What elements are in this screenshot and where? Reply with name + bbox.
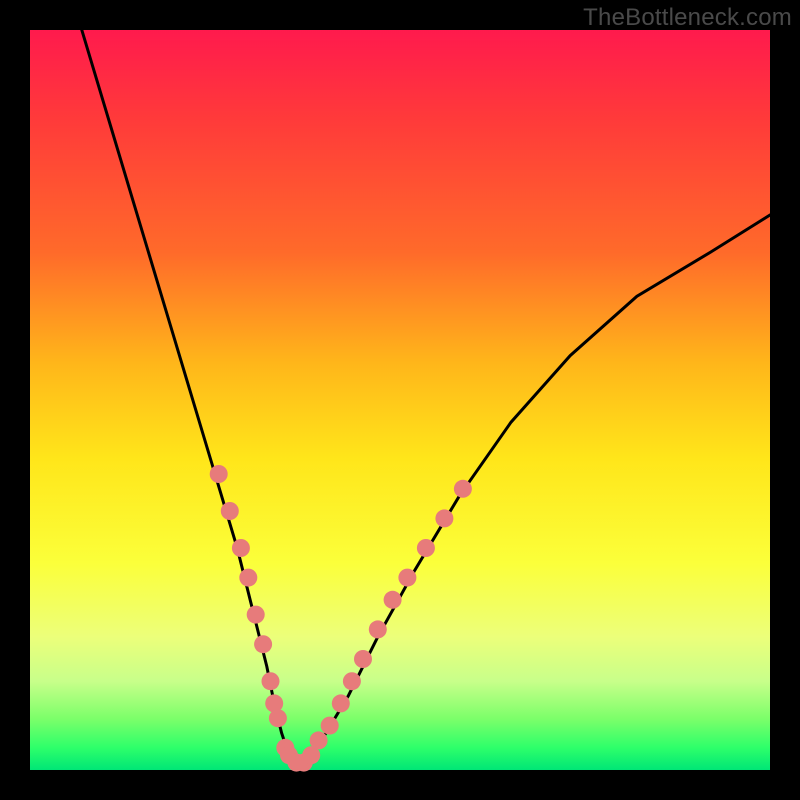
marker-dot	[247, 606, 265, 624]
marker-dot	[262, 672, 280, 690]
marker-dot	[310, 731, 328, 749]
marker-dot	[454, 480, 472, 498]
marker-dot	[343, 672, 361, 690]
marker-dot	[384, 591, 402, 609]
watermark-text: TheBottleneck.com	[583, 4, 792, 32]
marker-dot	[321, 717, 339, 735]
marker-dot	[354, 650, 372, 668]
marker-dot	[232, 539, 250, 557]
marker-dot	[269, 709, 287, 727]
marker-dot	[417, 539, 435, 557]
chart-frame: TheBottleneck.com	[0, 0, 800, 800]
marker-dot	[398, 569, 416, 587]
marker-dot	[254, 635, 272, 653]
marker-dot	[221, 502, 239, 520]
chart-svg	[30, 30, 770, 770]
curve-markers	[210, 465, 472, 772]
marker-dot	[369, 620, 387, 638]
marker-dot	[435, 509, 453, 527]
marker-dot	[239, 569, 257, 587]
marker-dot	[210, 465, 228, 483]
bottleneck-curve	[82, 30, 770, 763]
marker-dot	[332, 694, 350, 712]
